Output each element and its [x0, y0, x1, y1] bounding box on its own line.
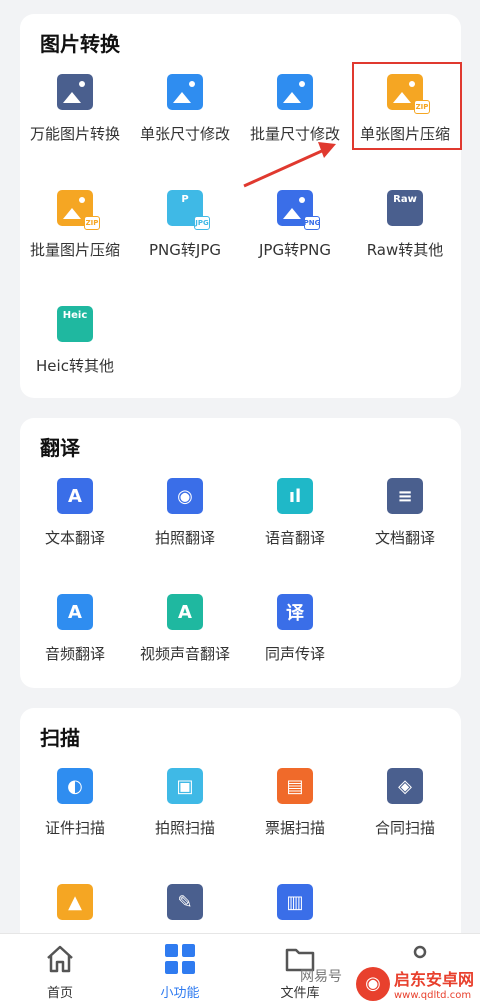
tool-label: 票据扫描	[264, 819, 325, 837]
tool-label: 语音翻译	[264, 529, 325, 547]
tool-item[interactable]: ZIP 批量图片压缩	[20, 188, 130, 304]
tool-label: 拍照扫描	[154, 819, 215, 837]
tool-label: 合同扫描	[374, 819, 435, 837]
section-scan: 扫描 ◐ 证件扫描 ▣ 拍照扫描 ▤ 票据扫描 ◈ 合同扫描 ▲ ✎ ▥	[20, 708, 461, 968]
watermark-side-text: 网易号	[300, 969, 342, 985]
simultaneous-interpret-icon: 译	[277, 594, 313, 630]
png-to-jpg-icon: P JPG	[167, 190, 210, 230]
tool-label: 视频声音翻译	[139, 645, 230, 663]
raw-convert-icon: Raw	[387, 190, 423, 226]
contract-scan-icon: ◈	[387, 768, 423, 804]
tool-item[interactable]: A 音频翻译	[20, 592, 130, 708]
section-translate: 翻译 A 文本翻译 ◉ 拍照翻译 ıl 语音翻译 ≡ 文档翻译 A 音频翻译 A 视频声音翻译 译同声传…	[20, 418, 461, 688]
id-scan-icon: ◐	[57, 768, 93, 804]
pointer-arrow	[243, 142, 336, 188]
tool-label: 证件扫描	[44, 819, 105, 837]
tool-item[interactable]: ▣ 拍照扫描	[130, 766, 240, 882]
tab-label: 首页	[46, 986, 73, 1001]
photo-scan-icon: ▣	[167, 768, 203, 804]
text-scan-icon: ✎	[167, 884, 203, 920]
book-scan-icon: ▥	[277, 884, 313, 920]
jpg-to-png-icon: PNG	[277, 190, 320, 230]
batch-resize-icon	[277, 74, 313, 110]
text-translate-icon: A	[57, 478, 93, 514]
tool-label: PNG转JPG	[149, 241, 221, 259]
watermark: ◉ 启东安卓网 www.qdltd.com	[355, 966, 474, 1001]
tool-item[interactable]: P JPG PNG转JPG	[130, 188, 240, 304]
tool-item[interactable]: Raw Raw转其他	[350, 188, 460, 304]
tool-item[interactable]: 译同声传译	[240, 592, 350, 708]
image-resize-icon	[167, 74, 203, 110]
document-translate-icon: ≡	[387, 478, 423, 514]
tool-item[interactable]: ◐ 证件扫描	[20, 766, 130, 882]
tool-item[interactable]: ◉ 拍照翻译	[130, 476, 240, 592]
section-title: 图片转换	[40, 32, 120, 56]
tool-label: 单张尺寸修改	[139, 125, 230, 143]
tool-label: JPG转PNG	[259, 241, 331, 259]
tool-item[interactable]: ≡ 文档翻译	[350, 476, 460, 592]
tool-label: Raw转其他	[366, 241, 444, 259]
tool-label: 文本翻译	[44, 529, 105, 547]
tool-label: 拍照翻译	[154, 529, 215, 547]
heic-convert-icon: Heic	[57, 306, 93, 342]
tab-label: 小功能	[160, 986, 200, 1001]
tool-label: 同声传译	[264, 645, 325, 663]
tool-item[interactable]: A 文本翻译	[20, 476, 130, 592]
tool-item[interactable]: Heic Heic转其他	[20, 304, 130, 420]
grid-icon	[165, 944, 195, 974]
watermark-url: www.qdltd.com	[393, 990, 472, 1001]
tool-item[interactable]: 万能图片转换	[20, 72, 130, 188]
image-convert-icon	[57, 74, 93, 110]
tool-label: 万能图片转换	[29, 125, 120, 143]
tool-item[interactable]: ▤ 票据扫描	[240, 766, 350, 882]
receipt-scan-icon: ▤	[277, 768, 313, 804]
home-icon	[47, 945, 73, 973]
watermark-logo-icon: ◉	[355, 966, 390, 1001]
tool-label: 批量图片压缩	[29, 241, 120, 259]
audio-translate-icon: A	[57, 594, 93, 630]
tool-item[interactable]: A 视频声音翻译	[130, 592, 240, 708]
voice-translate-icon: ıl	[277, 478, 313, 514]
tab-home[interactable]: 首页	[0, 934, 120, 1005]
watermark-title: 启东安卓网	[393, 970, 474, 989]
tool-label: 文档翻译	[374, 529, 435, 547]
tool-item[interactable]: ıl 语音翻译	[240, 476, 350, 592]
tool-label: 音频翻译	[44, 645, 105, 663]
batch-compress-icon: ZIP	[57, 190, 100, 230]
image-scan-icon: ▲	[57, 884, 93, 920]
video-translate-icon: A	[167, 594, 203, 630]
tool-grid: A 文本翻译 ◉ 拍照翻译 ıl 语音翻译 ≡ 文档翻译 A 音频翻译 A 视频声音翻译译同声传译	[20, 476, 461, 708]
tool-item[interactable]: PNG JPG转PNG	[240, 188, 350, 304]
section-title: 扫描	[40, 726, 80, 750]
section-title: 翻译	[40, 436, 80, 460]
tool-label: Heic转其他	[36, 357, 114, 375]
tab-tools[interactable]: 小功能	[120, 934, 240, 1005]
highlight-box	[352, 62, 462, 150]
camera-translate-icon: ◉	[167, 478, 203, 514]
tool-item[interactable]: 单张尺寸修改	[130, 72, 240, 188]
tool-item[interactable]: ◈ 合同扫描	[350, 766, 460, 882]
